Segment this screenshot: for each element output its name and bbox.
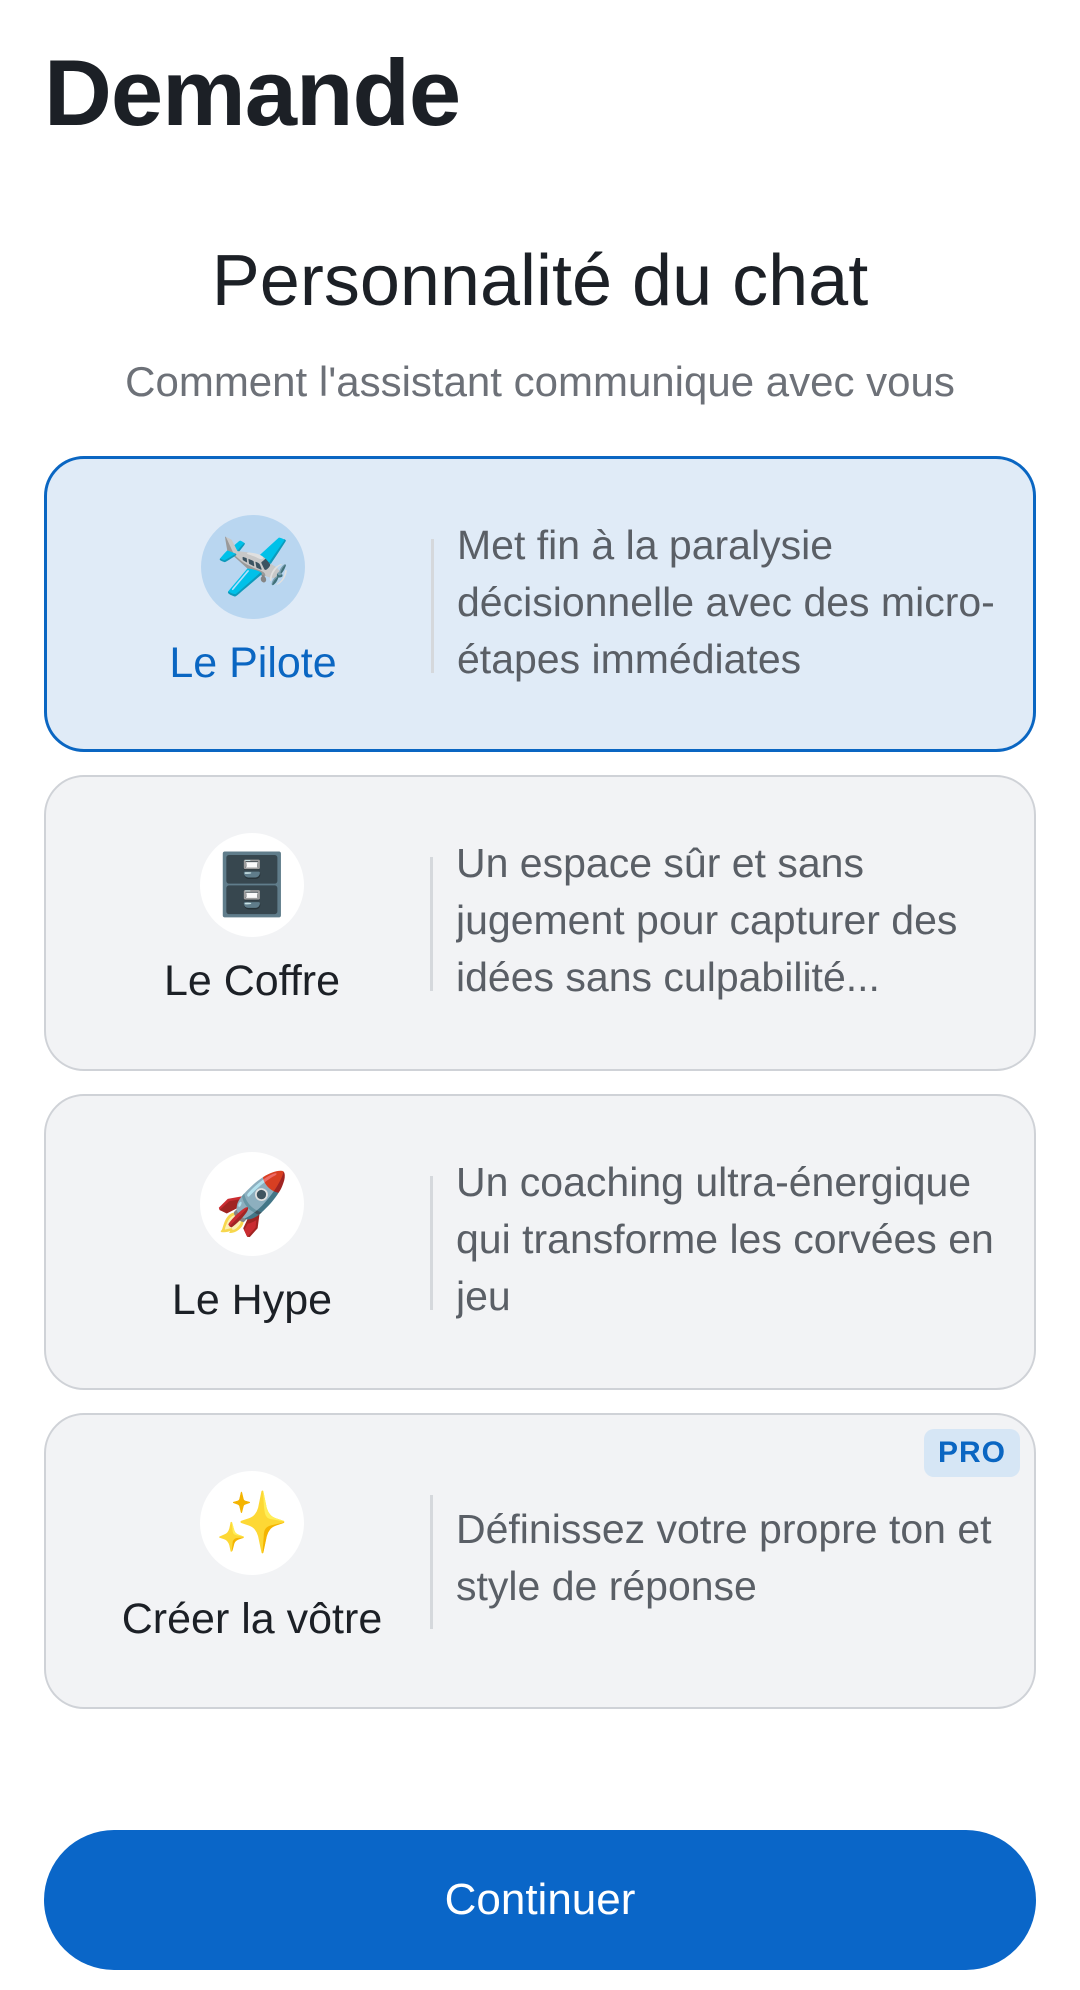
option-header: 🗄️ Le Coffre [46,777,431,1069]
option-name: Le Coffre [163,957,341,1005]
rocket-icon: 🚀 [200,1152,304,1256]
option-card-custom[interactable]: PRO ✨ Créer la vôtre Définissez votre pr… [44,1413,1036,1709]
option-description: Met fin à la paralysie décisionnelle ave… [457,522,995,682]
option-header: ✨ Créer la vôtre [46,1415,431,1707]
airplane-icon: 🛩️ [201,515,305,619]
option-name: Le Hype [171,1276,333,1324]
option-card-hype[interactable]: 🚀 Le Hype Un coaching ultra-énergique qu… [44,1094,1036,1390]
option-card-pilote[interactable]: 🛩️ Le Pilote Met fin à la paralysie déci… [44,456,1036,752]
option-name: Créer la vôtre [121,1595,383,1643]
divider [430,1495,433,1629]
pro-badge: PRO [923,1429,1020,1477]
file-cabinet-icon: 🗄️ [200,833,304,937]
option-name: Le Pilote [169,639,337,687]
personality-screen: Demande Personnalité du chat Comment l'a… [0,0,1080,1990]
divider [430,1176,433,1310]
divider [431,539,434,673]
divider [430,857,433,991]
option-header: 🚀 Le Hype [46,1096,431,1388]
personality-options: 🛩️ Le Pilote Met fin à la paralysie déci… [44,456,1036,1732]
section-title: Personnalité du chat [211,241,869,321]
section-subtitle: Comment l'assistant communique avec vous [125,358,955,405]
page-title: Demande [44,40,461,145]
option-description: Un espace sûr et sans jugement pour capt… [456,840,958,1000]
option-description: Un coaching ultra-énergique qui transfor… [456,1159,994,1319]
option-header: 🛩️ Le Pilote [47,459,432,749]
continue-button[interactable]: Continuer [44,1830,1036,1970]
option-card-coffre[interactable]: 🗄️ Le Coffre Un espace sûr et sans jugem… [44,775,1036,1071]
sparkles-icon: ✨ [200,1471,304,1575]
option-description: Définissez votre propre ton et style de … [456,1506,992,1609]
